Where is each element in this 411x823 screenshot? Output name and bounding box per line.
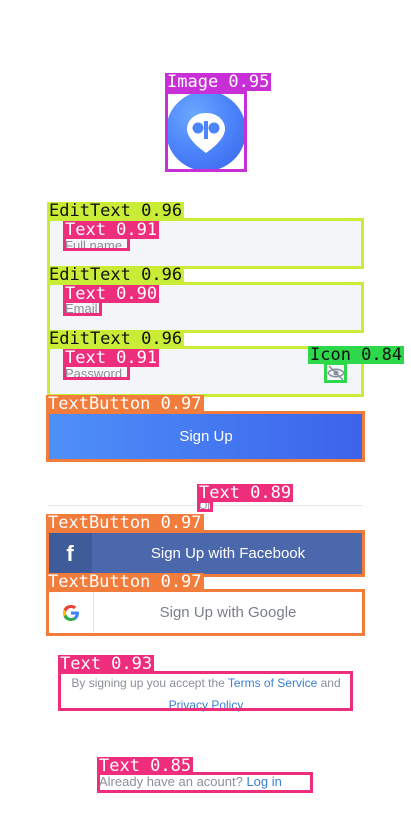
detection-box-button-signup (46, 411, 365, 462)
detection-label-text-login: Text 0.85 (97, 756, 194, 776)
detection-box-button-facebook (46, 530, 365, 577)
detection-label-text-terms: Text 0.93 (58, 654, 155, 674)
detection-label-edittext-email: EditText 0.96 (47, 265, 185, 285)
detection-label-text-full-name: Text 0.91 (63, 220, 160, 240)
detection-label-text-password: Text 0.91 (63, 348, 160, 368)
detection-label-button-facebook: TextButton 0.97 (46, 513, 204, 533)
detection-label-image: Image 0.95 (165, 72, 272, 92)
detection-label-text-or: Text 0.89 (197, 483, 294, 503)
detection-label-text-email: Text 0.90 (63, 284, 160, 304)
detection-box-text-terms (58, 671, 353, 711)
detection-label-button-signup: TextButton 0.97 (46, 394, 204, 414)
detection-label-edittext-password: EditText 0.96 (47, 329, 185, 349)
detection-box-icon-eye (324, 362, 347, 383)
detection-label-icon-eye: Icon 0.84 (308, 345, 405, 365)
detection-box-button-google (46, 589, 365, 636)
detection-label-edittext-full-name: EditText 0.96 (47, 201, 185, 221)
detection-box-image (165, 91, 247, 172)
detection-label-button-google: TextButton 0.97 (46, 572, 204, 592)
